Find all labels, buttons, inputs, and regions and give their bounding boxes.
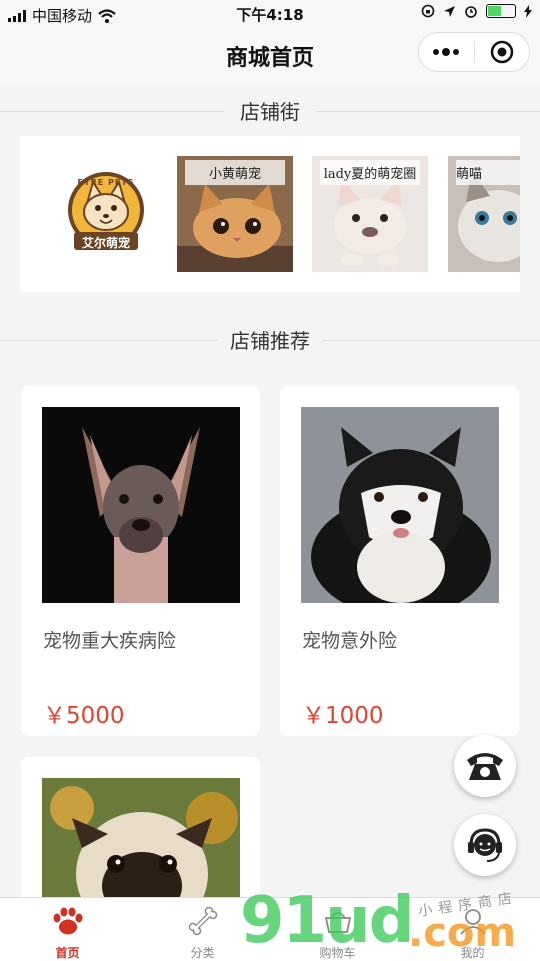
product-image — [301, 407, 499, 603]
paw-icon — [53, 907, 82, 935]
alarm-icon — [465, 6, 477, 18]
customer-service-button[interactable] — [454, 814, 516, 876]
location-icon — [444, 5, 455, 17]
more-dots-icon — [433, 48, 460, 56]
phone-call-button[interactable] — [454, 735, 516, 797]
tab-label: 分类 — [190, 946, 215, 960]
eyre-pets-logo — [68, 172, 144, 250]
nav-bar: 商城首页 — [0, 28, 540, 84]
product-name: 宠物意外险 — [302, 630, 398, 652]
tab-cart[interactable]: 购物车 — [270, 898, 405, 961]
shop-carousel[interactable]: EYRE PETS 艾尔萌宠 小黄萌宠 lady夏的萌宠圈 萌喵 — [20, 136, 520, 292]
tab-category[interactable]: 分类 — [135, 898, 270, 961]
close-mini-program-button[interactable] — [475, 40, 530, 64]
shop-label: 萌喵 — [456, 160, 520, 185]
product-card[interactable]: 宠物重大疾病险 ￥5000 — [21, 386, 260, 736]
shop-item-eyre[interactable]: EYRE PETS 艾尔萌宠 — [48, 156, 164, 272]
tab-label: 我的 — [460, 946, 485, 960]
more-button[interactable] — [419, 48, 474, 56]
bone-icon — [188, 906, 217, 936]
section-title-shop-street: 店铺街 — [0, 96, 540, 125]
target-icon — [490, 40, 513, 64]
hairless-dog-photo — [42, 407, 240, 603]
user-icon — [459, 909, 486, 935]
shop-item-mengmiao[interactable]: 萌喵 — [448, 156, 520, 272]
malamute-puppy-photo — [301, 407, 499, 603]
tab-mine[interactable]: 我的 — [405, 898, 540, 961]
shop-item-lady[interactable]: lady夏的萌宠圈 — [312, 156, 428, 272]
section-title-recommend: 店铺推荐 — [0, 325, 540, 354]
tab-label: 首页 — [55, 946, 80, 960]
tab-bar: 首页 分类 购物车 我的 — [0, 897, 540, 961]
product-image — [42, 407, 240, 603]
mini-program-capsule — [418, 32, 530, 72]
rotation-lock-icon — [421, 4, 435, 18]
tab-label: 购物车 — [319, 946, 356, 960]
status-bar: 中国移动 下午4:18 — [0, 0, 540, 28]
product-name: 宠物重大疾病险 — [43, 630, 177, 652]
tab-home[interactable]: 首页 — [0, 898, 135, 961]
eyre-logo-bottom-text: 艾尔萌宠 — [81, 236, 130, 250]
shop-label: 小黄萌宠 — [185, 160, 285, 185]
shop-label: lady夏的萌宠圈 — [320, 160, 420, 185]
shop-item-xiaohuang[interactable]: 小黄萌宠 — [177, 156, 293, 272]
product-card[interactable]: 宠物意外险 ￥1000 — [280, 386, 519, 736]
cart-icon — [324, 912, 351, 933]
eyre-logo-top-text: EYRE PETS — [77, 178, 135, 187]
charging-icon — [524, 4, 532, 18]
product-price: ￥1000 — [302, 703, 384, 729]
headset-icon — [468, 828, 502, 862]
phone-icon — [467, 753, 503, 780]
battery-icon — [486, 4, 516, 18]
product-price: ￥5000 — [43, 703, 125, 729]
